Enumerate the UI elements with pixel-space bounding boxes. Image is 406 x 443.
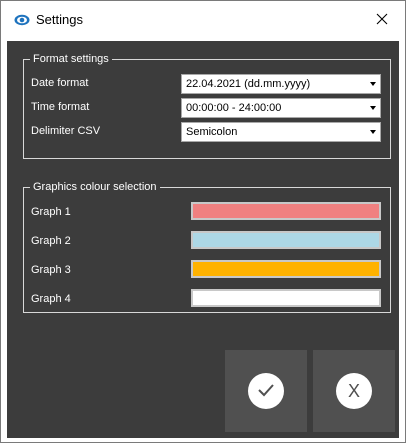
delimiter-csv-dropdown[interactable]: Semicolon bbox=[181, 122, 381, 142]
close-button[interactable] bbox=[359, 1, 405, 39]
format-settings-legend: Format settings bbox=[30, 52, 112, 66]
graph-1-label: Graph 1 bbox=[31, 206, 71, 218]
eye-settings-icon bbox=[14, 14, 30, 26]
window-title: Settings bbox=[36, 12, 83, 27]
graphics-colour-legend: Graphics colour selection bbox=[30, 180, 160, 194]
date-format-dropdown[interactable]: 22.04.2021 (dd.mm.yyyy) bbox=[181, 74, 381, 94]
graph-4-colour-swatch[interactable] bbox=[191, 289, 381, 307]
date-format-label: Date format bbox=[31, 77, 89, 89]
delimiter-csv-label: Delimiter CSV bbox=[31, 125, 101, 137]
graph-2-label: Graph 2 bbox=[31, 235, 71, 247]
cancel-circle: X bbox=[336, 373, 372, 409]
date-format-value: 22.04.2021 (dd.mm.yyyy) bbox=[186, 78, 311, 90]
settings-panel: Format settings Date format 22.04.2021 (… bbox=[7, 41, 399, 438]
time-format-label: Time format bbox=[31, 101, 90, 113]
chevron-down-icon bbox=[370, 106, 376, 110]
settings-window: Settings Format settings Date format 22.… bbox=[0, 0, 406, 443]
time-format-dropdown[interactable]: 00:00:00 - 24:00:00 bbox=[181, 98, 381, 118]
graph-3-label: Graph 3 bbox=[31, 264, 71, 276]
chevron-down-icon bbox=[370, 82, 376, 86]
format-settings-group: Format settings Date format 22.04.2021 (… bbox=[23, 52, 391, 159]
graphics-colour-group: Graphics colour selection Graph 1 Graph … bbox=[23, 180, 391, 313]
ok-button[interactable] bbox=[225, 350, 307, 432]
time-format-value: 00:00:00 - 24:00:00 bbox=[186, 102, 282, 114]
graph-3-colour-swatch[interactable] bbox=[191, 260, 381, 278]
cancel-button[interactable]: X bbox=[313, 350, 395, 432]
graph-2-colour-swatch[interactable] bbox=[191, 231, 381, 249]
chevron-down-icon bbox=[370, 130, 376, 134]
x-icon: X bbox=[347, 381, 360, 401]
title-bar[interactable]: Settings bbox=[1, 1, 405, 39]
ok-circle bbox=[248, 373, 284, 409]
graph-4-label: Graph 4 bbox=[31, 293, 71, 305]
delimiter-csv-value: Semicolon bbox=[186, 126, 238, 138]
graph-1-colour-swatch[interactable] bbox=[191, 202, 381, 220]
close-icon bbox=[376, 13, 388, 28]
checkmark-icon bbox=[257, 383, 275, 400]
